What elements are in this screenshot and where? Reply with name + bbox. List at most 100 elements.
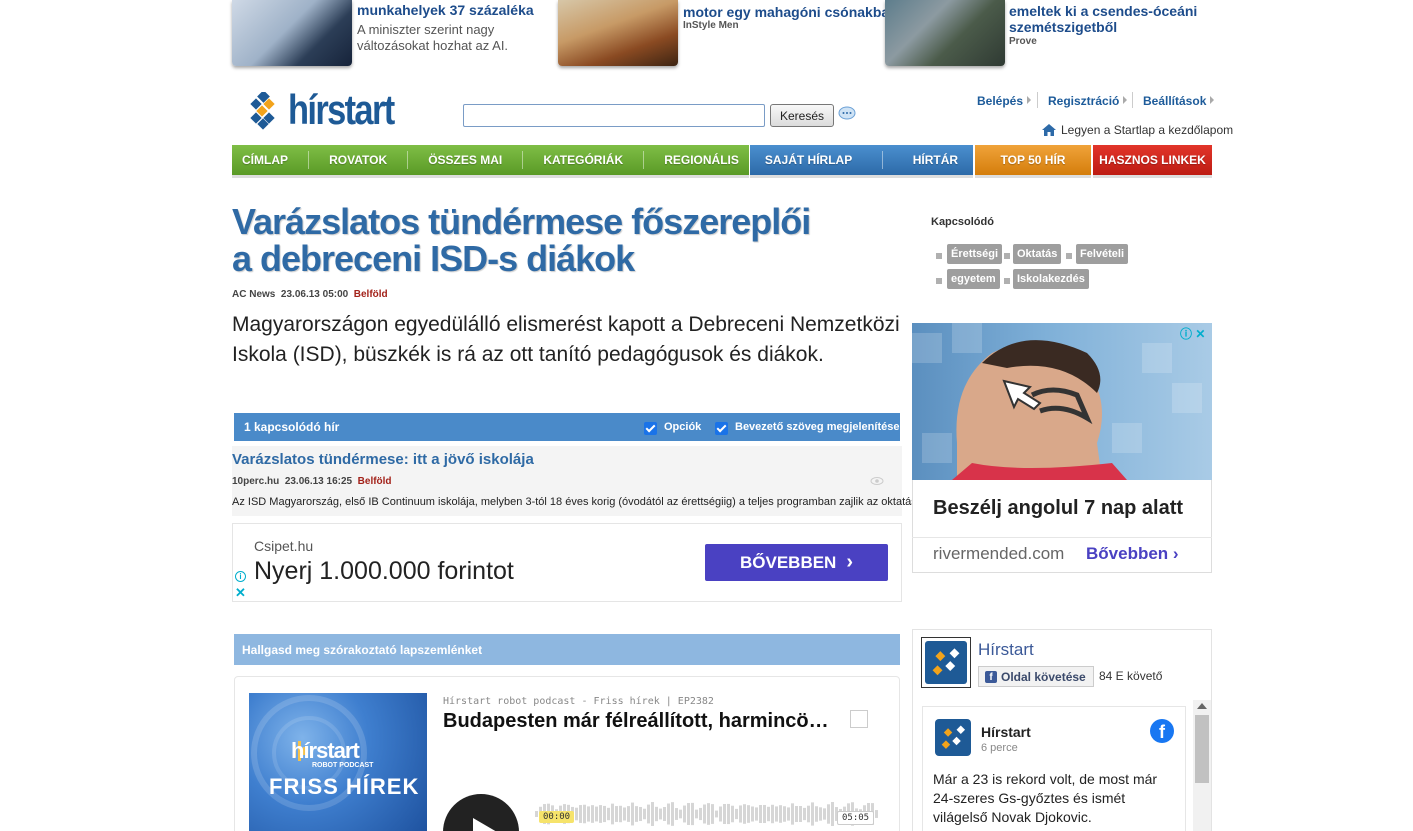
follow-page-button[interactable]: f Oldal követése	[978, 666, 1094, 687]
scroll-up-icon[interactable]	[1197, 703, 1207, 709]
sidebar-ad-more-link[interactable]: Bővebben ›	[1086, 544, 1179, 564]
ad-more-button[interactable]: BŐVEBBEN ›	[705, 544, 888, 581]
teaser-title-2[interactable]: motor egy mahagóni csónakban	[683, 4, 898, 20]
waveform-bar	[535, 811, 538, 817]
waveform-bar	[803, 807, 806, 821]
options-label[interactable]: Opciók	[664, 421, 701, 433]
tag-bullet	[1004, 253, 1010, 259]
sidebar-ad-image[interactable]	[912, 323, 1212, 480]
waveform-bar	[619, 805, 622, 823]
waveform-bar	[815, 806, 818, 822]
nav-item-cimlap[interactable]: CÍMLAP	[242, 153, 288, 167]
teaser-title-3a[interactable]: emeltek ki a csendes-óceáni	[1009, 3, 1197, 19]
teaser-source-2: InStyle Men	[683, 20, 739, 31]
show-intro-checkbox[interactable]	[715, 422, 728, 435]
tag-egyetem[interactable]: egyetem	[947, 269, 1000, 289]
waveform-bar	[707, 803, 710, 825]
waveform-bar	[575, 807, 578, 821]
tag-erettsegi[interactable]: Érettségi	[947, 244, 1003, 264]
tag-oktatas[interactable]: Oktatás	[1013, 244, 1062, 264]
ad-info-icon[interactable]: i	[235, 571, 246, 582]
waveform-bar	[687, 803, 690, 825]
ad-info-close-icon[interactable]: ⓘ ✕	[1180, 325, 1205, 342]
teaser-image-1[interactable]	[232, 0, 352, 66]
current-time: 00:00	[539, 811, 575, 823]
ad-close-icon[interactable]: ✕	[235, 585, 246, 601]
sidebar-ad-title[interactable]: Beszélj angolul 7 nap alatt	[933, 497, 1183, 520]
nav-item-osszes-mai[interactable]: ÖSSZES MAI	[428, 153, 502, 167]
nav-item-kategoriak[interactable]: KATEGÓRIÁK	[543, 153, 623, 167]
teaser-title-1[interactable]: munkahelyek 37 százaléka	[357, 2, 534, 18]
nav-item-regionalis[interactable]: REGIONÁLIS	[664, 153, 739, 167]
share-icon[interactable]	[850, 710, 868, 728]
nav-item-hirtar[interactable]: HÍRTÁR	[913, 153, 958, 167]
teaser-image-2[interactable]	[558, 0, 678, 66]
tag-iskolakezdes[interactable]: Iskolakezdés	[1013, 269, 1089, 289]
tag-bullet	[936, 253, 942, 259]
post-avatar[interactable]	[935, 719, 971, 756]
search-button[interactable]: Keresés	[770, 104, 834, 127]
podcast-cover-subtitle: ROBOT PODCAST	[312, 762, 374, 769]
hirstart-logo-icon[interactable]	[250, 92, 280, 130]
waveform-bar	[583, 804, 586, 824]
waveform-bar	[595, 806, 598, 822]
waveform-bar	[587, 806, 590, 822]
nav-item-sajat-hirlap[interactable]: SAJÁT HÍRLAP	[765, 153, 852, 167]
nav-item-top50[interactable]: TOP 50 HÍR	[975, 145, 1091, 178]
podcast-cover-logo: hírstart	[291, 738, 360, 763]
waveform-bar	[607, 807, 610, 821]
facebook-page-name[interactable]: Hírstart	[978, 640, 1034, 660]
related-item-text: Az ISD Magyarország, első IB Continuum i…	[232, 496, 920, 508]
nav-divider	[643, 151, 645, 169]
tag-bullet	[1066, 253, 1072, 259]
tag-felveteli[interactable]: Felvételi	[1076, 244, 1129, 264]
waveform-bar	[659, 808, 662, 820]
search-input[interactable]	[463, 104, 765, 127]
scrollbar-thumb[interactable]	[1195, 715, 1209, 783]
waveform-bar	[783, 806, 786, 822]
waveform-bar	[611, 803, 614, 825]
home-icon	[1042, 124, 1056, 136]
settings-link[interactable]: Beállítások	[1143, 94, 1215, 108]
podcast-episode-title[interactable]: Budapesten már félreállított, harmincö…	[443, 710, 829, 733]
post-time[interactable]: 6 perce	[981, 742, 1018, 754]
related-item-source[interactable]: 10perc.hu	[232, 476, 279, 487]
options-checkbox[interactable]	[644, 422, 657, 435]
related-item-title[interactable]: Varázslatos tündérmese: itt a jövő iskol…	[232, 451, 534, 468]
site-logo[interactable]: hírstart	[288, 86, 395, 134]
waveform-bar	[715, 810, 718, 818]
nav-divider	[308, 151, 310, 169]
podcast-header: Hallgasd meg szórakoztató lapszemlénket	[234, 634, 900, 665]
teaser-title-3b[interactable]: szemétszigetből	[1009, 19, 1117, 35]
waveform-bar	[727, 803, 730, 825]
waveform-bar	[739, 805, 742, 823]
eye-icon[interactable]	[870, 476, 884, 486]
show-intro-label[interactable]: Bevezető szöveg megjelenítése	[735, 421, 899, 433]
related-tags-title: Kapcsolódó	[931, 216, 994, 228]
register-link[interactable]: Regisztráció	[1048, 94, 1128, 108]
related-item-category[interactable]: Belföld	[358, 476, 392, 487]
waveform-bar	[831, 802, 834, 826]
nav-item-rovatok[interactable]: ROVATOK	[329, 153, 387, 167]
waveform-bar	[795, 806, 798, 822]
article-source[interactable]: AC News	[232, 289, 275, 300]
post-author[interactable]: Hírstart	[981, 724, 1031, 740]
waveform-bar	[811, 802, 814, 826]
teaser-image-3[interactable]	[885, 0, 1005, 66]
waveform-bar	[579, 805, 582, 823]
chat-bubble-icon[interactable]	[838, 106, 856, 122]
chevron-right-icon: ›	[1172, 544, 1179, 563]
waveform-bar	[683, 805, 686, 823]
article-category[interactable]: Belföld	[354, 289, 388, 300]
facebook-icon[interactable]: f	[1150, 719, 1174, 743]
waveform-bar	[743, 804, 746, 824]
main-nav: CÍMLAP ROVATOK ÖSSZES MAI KATEGÓRIÁK REG…	[232, 145, 749, 178]
nav-item-hasznos-linkek[interactable]: HASZNOS LINKEK	[1093, 145, 1212, 178]
set-homepage-link[interactable]: Legyen a Startlap a kezdőlapom	[1042, 123, 1233, 137]
waveform-bar	[623, 807, 626, 821]
play-button[interactable]	[443, 794, 519, 831]
login-link[interactable]: Belépés	[977, 94, 1032, 108]
divider	[912, 537, 1212, 538]
ad-title[interactable]: Nyerj 1.000.000 forintot	[254, 557, 514, 586]
waveform[interactable]	[535, 800, 880, 828]
